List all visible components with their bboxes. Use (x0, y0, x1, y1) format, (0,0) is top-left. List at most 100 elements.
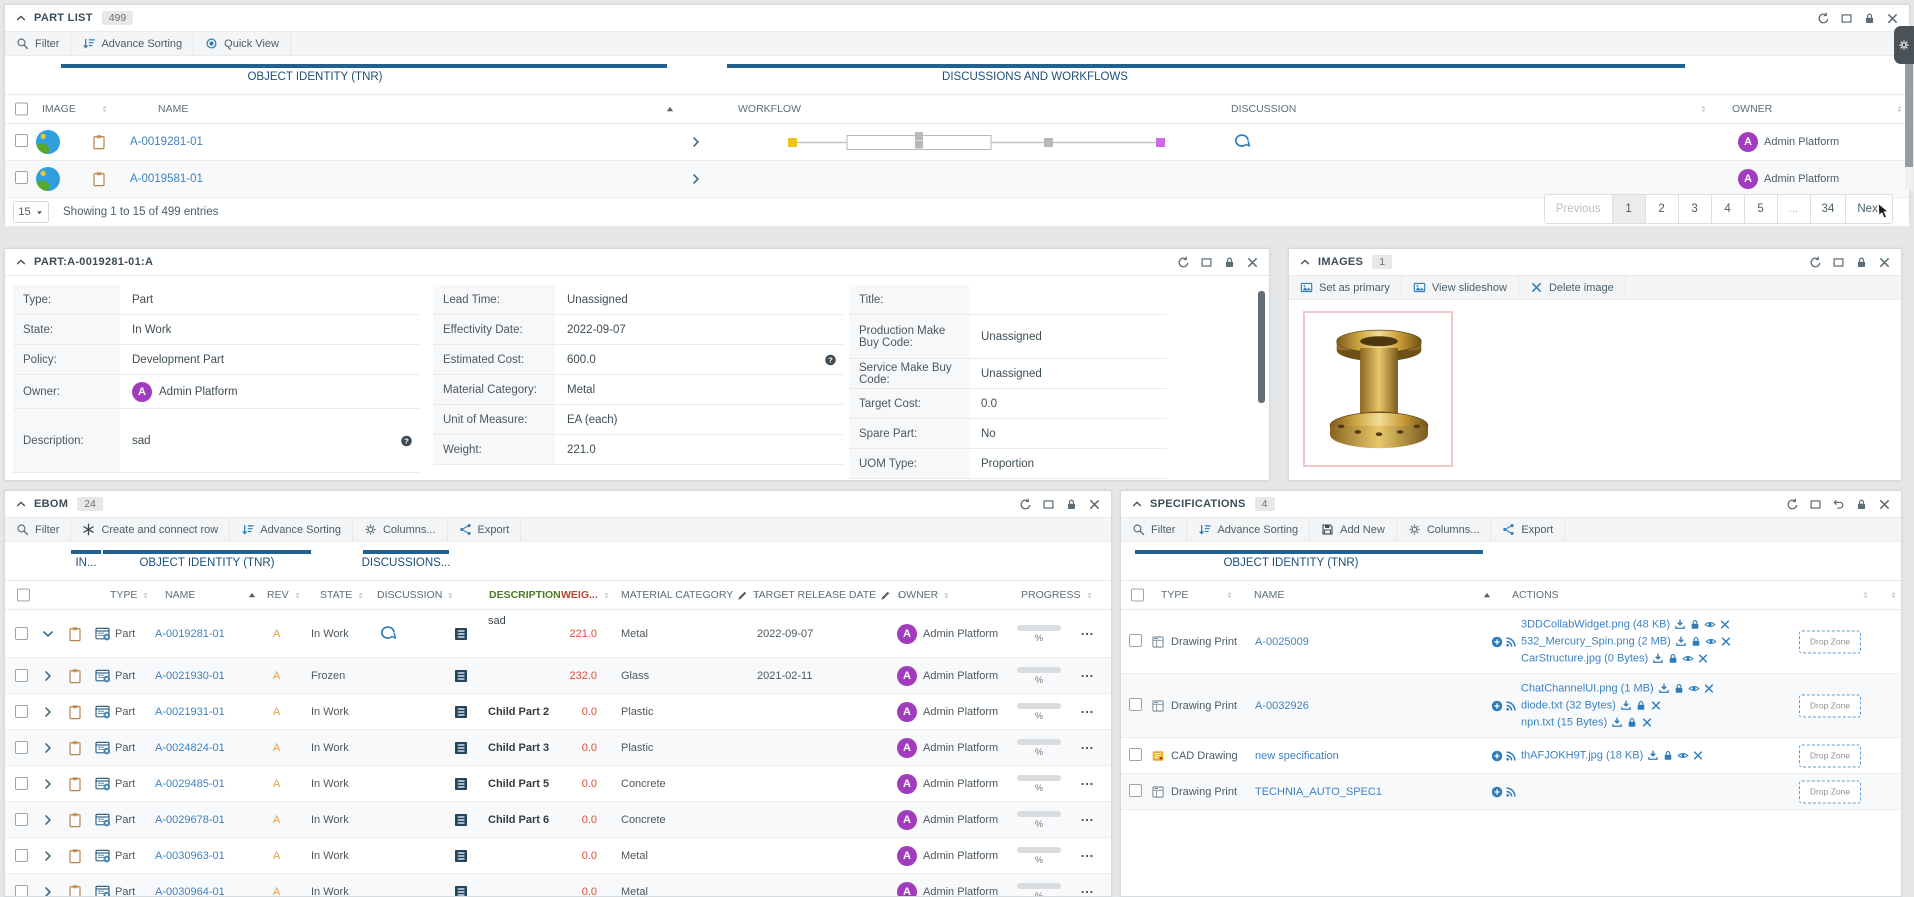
vertical-scrollbar[interactable] (1258, 291, 1265, 403)
drop-zone[interactable]: Drop Zone (1799, 694, 1861, 717)
collapse-chevron-icon[interactable] (15, 498, 27, 510)
column-discussion[interactable]: DISCUSSION (377, 589, 455, 601)
column-material-category[interactable]: MATERIAL CATEGORY (621, 589, 761, 601)
collapse-chevron-icon[interactable] (1299, 256, 1311, 268)
file-link[interactable]: npn.txt (15 Bytes) (1521, 717, 1607, 729)
description-table-icon[interactable] (453, 740, 469, 756)
download-icon[interactable] (1620, 700, 1632, 712)
lock-icon[interactable] (1689, 619, 1701, 631)
set-as-primary-button[interactable]: Set as primary (1289, 276, 1402, 299)
part-name-link[interactable]: A-0030963-01 (155, 850, 225, 862)
column-state[interactable]: STATE (320, 589, 365, 601)
subscribe-icon[interactable] (1505, 749, 1517, 762)
row-menu-icon[interactable] (1080, 777, 1094, 791)
row-checkbox[interactable] (15, 741, 28, 754)
refresh-icon[interactable] (1019, 498, 1032, 511)
table-row[interactable]: Drawing Print TECHNIA_AUTO_SPEC1 Drop Zo… (1121, 774, 1901, 810)
refresh-icon[interactable] (1809, 256, 1822, 269)
remove-icon[interactable] (1692, 750, 1704, 762)
filter-button[interactable]: Filter (5, 32, 71, 55)
lock-icon[interactable] (1855, 498, 1868, 511)
table-row[interactable]: Part A-0021931-01 A In Work Child Part 2… (5, 694, 1111, 730)
select-all-checkbox[interactable] (1131, 589, 1144, 602)
add-file-icon[interactable] (1491, 635, 1503, 648)
column-discussion[interactable]: DISCUSSION (1231, 103, 1296, 115)
description-table-icon[interactable] (453, 668, 469, 684)
delete-image-button[interactable]: Delete image (1519, 276, 1626, 299)
row-menu-icon[interactable] (1080, 741, 1094, 755)
page-button-2[interactable]: 2 (1645, 194, 1679, 224)
row-menu-icon[interactable] (1080, 849, 1094, 863)
advance-sorting-button[interactable]: Advance Sorting (230, 518, 353, 541)
columns-button[interactable]: Columns... (1397, 518, 1492, 541)
eye-icon[interactable] (1682, 653, 1694, 665)
refresh-icon[interactable] (1786, 498, 1799, 511)
lock-icon[interactable] (1635, 700, 1647, 712)
spec-name-link[interactable]: new specification (1255, 750, 1339, 762)
column-weight[interactable]: WEIG... (561, 589, 611, 601)
table-row[interactable]: Part A-0024824-01 A In Work Child Part 3… (5, 730, 1111, 766)
settings-pull-tab[interactable] (1894, 26, 1914, 64)
table-row[interactable]: Drawing Print A-0025009 3DDCollabWidget.… (1121, 610, 1901, 674)
expand-row-chevron-icon[interactable] (41, 669, 55, 683)
export-button[interactable]: Export (448, 518, 522, 541)
maximize-icon[interactable] (1840, 12, 1853, 25)
part-thumbnail-globe[interactable] (35, 129, 61, 155)
close-icon[interactable] (1878, 256, 1891, 269)
spec-name-link[interactable]: TECHNIA_AUTO_SPEC1 (1255, 786, 1382, 798)
row-checkbox[interactable] (15, 669, 28, 682)
file-link[interactable]: diode.txt (32 Bytes) (1521, 700, 1616, 712)
download-icon[interactable] (1658, 683, 1670, 695)
view-slideshow-button[interactable]: View slideshow (1402, 276, 1519, 299)
row-checkbox[interactable] (15, 849, 28, 862)
subscribe-icon[interactable] (1505, 635, 1517, 648)
remove-icon[interactable] (1697, 653, 1709, 665)
description-table-icon[interactable] (453, 776, 469, 792)
column-workflow[interactable]: WORKFLOW (738, 103, 801, 115)
description-table-icon[interactable] (453, 848, 469, 864)
page-button-5[interactable]: 5 (1744, 194, 1778, 224)
file-link[interactable]: 532_Mercury_Spin.png (2 MB) (1521, 636, 1671, 648)
row-menu-icon[interactable] (1080, 669, 1094, 683)
select-all-checkbox[interactable] (15, 103, 28, 116)
expand-row-chevron-icon[interactable] (41, 813, 55, 827)
row-checkbox[interactable] (15, 627, 28, 640)
lock-icon[interactable] (1626, 717, 1638, 729)
row-checkbox[interactable] (1129, 748, 1142, 761)
part-name-link[interactable]: A-0019581-01 (130, 173, 203, 185)
description-table-icon[interactable] (453, 626, 469, 642)
help-icon[interactable] (824, 353, 837, 366)
close-icon[interactable] (1088, 498, 1101, 511)
column-type[interactable]: TYPE (1161, 589, 1188, 601)
column-name[interactable]: NAME (165, 589, 195, 601)
drop-zone[interactable]: Drop Zone (1799, 630, 1861, 653)
drop-zone[interactable]: Drop Zone (1799, 780, 1861, 803)
workflow-graphic[interactable] (788, 131, 1170, 153)
subscribe-icon[interactable] (1505, 785, 1517, 798)
expand-row-chevron-icon[interactable] (41, 777, 55, 791)
download-icon[interactable] (1652, 653, 1664, 665)
page-button-1[interactable]: 1 (1612, 194, 1646, 224)
expand-row-chevron-icon[interactable] (41, 741, 55, 755)
table-row[interactable]: CAD Drawing new specification thAFJOKH9T… (1121, 738, 1901, 774)
column-name[interactable]: NAME (1254, 589, 1284, 601)
clipboard-icon[interactable] (91, 171, 107, 187)
download-icon[interactable] (1674, 619, 1686, 631)
table-row[interactable]: Part A-0030964-01 A In Work 0.0 Metal AA… (5, 874, 1111, 897)
drop-zone[interactable]: Drop Zone (1799, 744, 1861, 767)
eye-icon[interactable] (1705, 636, 1717, 648)
row-checkbox[interactable] (15, 171, 28, 184)
row-menu-icon[interactable] (1080, 885, 1094, 897)
maximize-icon[interactable] (1042, 498, 1055, 511)
column-type[interactable]: TYPE (110, 589, 150, 601)
lock-icon[interactable] (1855, 256, 1868, 269)
row-checkbox[interactable] (15, 705, 28, 718)
description-table-icon[interactable] (453, 812, 469, 828)
row-checkbox[interactable] (1129, 784, 1142, 797)
expand-row-chevron-icon[interactable] (41, 849, 55, 863)
column-rev[interactable]: REV (267, 589, 302, 601)
lock-icon[interactable] (1662, 750, 1674, 762)
image-thumbnail-frame[interactable] (1303, 311, 1453, 467)
row-menu-icon[interactable] (1080, 627, 1094, 641)
tab-object-identity[interactable]: OBJECT IDENTITY (TNR) (103, 557, 311, 569)
